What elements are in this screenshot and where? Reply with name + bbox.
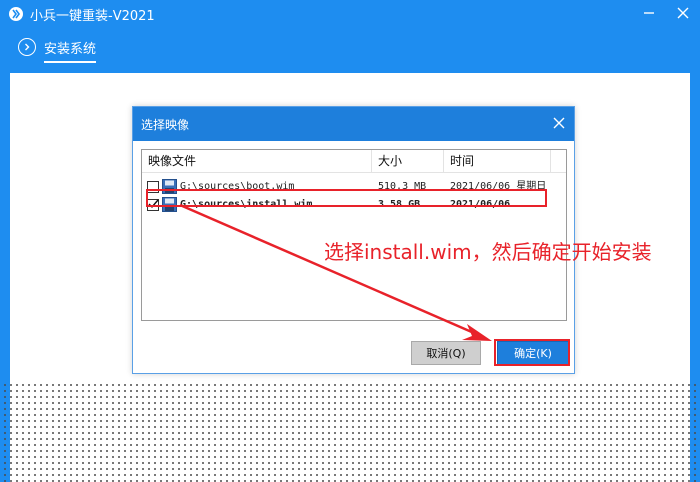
window-controls xyxy=(632,0,700,26)
minimize-icon xyxy=(644,12,654,14)
active-tab-indicator xyxy=(44,61,97,63)
table-header: 映像文件 大小 时间 xyxy=(142,150,566,173)
dialog-title: 选择映像 xyxy=(141,117,190,132)
close-icon xyxy=(553,117,565,129)
column-header-time[interactable]: 时间 xyxy=(450,150,474,172)
dialog-close-button[interactable] xyxy=(552,116,566,130)
app-logo-icon xyxy=(8,6,24,22)
column-divider[interactable] xyxy=(371,150,372,172)
annotation-text: 选择install.wim，然后确定开始安装 xyxy=(324,240,652,264)
column-divider[interactable] xyxy=(443,150,444,172)
selected-row-highlight xyxy=(146,189,547,207)
tab-install-system[interactable]: 安装系统 xyxy=(18,30,97,64)
column-header-file[interactable]: 映像文件 xyxy=(148,150,196,172)
close-icon xyxy=(677,7,689,19)
close-window-button[interactable] xyxy=(666,0,700,26)
dotted-overlay xyxy=(0,380,700,482)
dialog-title-bar: 选择映像 xyxy=(133,107,574,141)
cancel-button[interactable]: 取消(Q) xyxy=(411,341,481,365)
app-title: 小兵一键重装-V2021 xyxy=(30,8,155,24)
nav-bar: 安装系统 xyxy=(0,30,700,64)
title-bar: 小兵一键重装-V2021 xyxy=(0,0,700,28)
chevron-right-circle-icon xyxy=(18,38,36,56)
minimize-button[interactable] xyxy=(632,0,666,26)
tab-label: 安装系统 xyxy=(44,41,97,57)
image-file-table: 映像文件 大小 时间 G:\sources\boot.wim 510.3 MB … xyxy=(141,149,567,321)
column-divider[interactable] xyxy=(550,150,551,172)
ok-button-highlight xyxy=(494,339,570,366)
column-header-size[interactable]: 大小 xyxy=(378,150,402,172)
